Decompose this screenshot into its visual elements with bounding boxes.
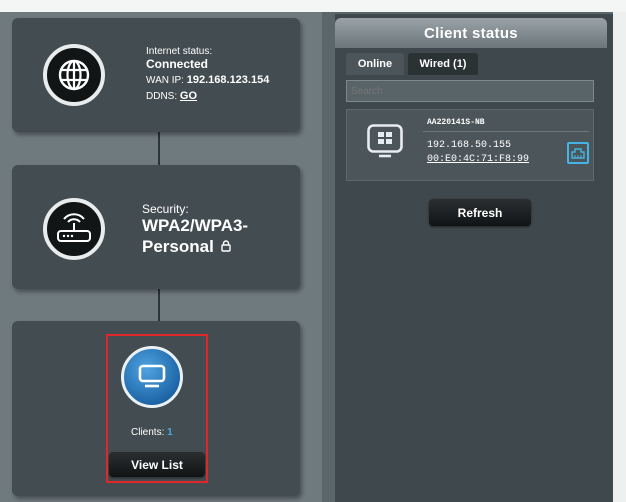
wan-ip-value: 192.168.123.154 bbox=[186, 74, 270, 86]
search-input[interactable] bbox=[346, 80, 594, 102]
refresh-button[interactable]: Refresh bbox=[429, 199, 531, 226]
client-divider bbox=[423, 131, 589, 132]
client-mac[interactable]: 00:E0:4C:71:F8:99 bbox=[427, 154, 529, 165]
security-mode-line2-text: Personal bbox=[142, 237, 214, 256]
right-edge bbox=[613, 12, 626, 502]
connector-line bbox=[158, 289, 160, 321]
tab-wired[interactable]: Wired (1) bbox=[408, 53, 478, 75]
internet-status-label: Internet status: bbox=[146, 46, 213, 57]
ddns-go-link[interactable]: GO bbox=[180, 90, 197, 102]
internet-status-card[interactable]: Internet status: Connected WAN IP: 192.1… bbox=[12, 18, 300, 132]
ethernet-icon bbox=[567, 142, 589, 164]
wan-ip-label: WAN IP: bbox=[146, 75, 184, 86]
globe-icon bbox=[43, 44, 105, 106]
lock-icon bbox=[220, 237, 231, 257]
wan-ip: WAN IP: 192.168.123.154 bbox=[146, 74, 269, 86]
ddns: DDNS: GO bbox=[146, 90, 197, 102]
client-status-title: Client status bbox=[335, 18, 607, 48]
internet-status-value: Connected bbox=[146, 57, 209, 71]
windows-pc-icon bbox=[367, 124, 403, 158]
client-ip: 192.168.50.155 bbox=[427, 140, 512, 151]
security-mode-line2: Personal bbox=[142, 237, 231, 257]
security-card[interactable]: Security: WPA2/WPA3- Personal bbox=[12, 165, 300, 289]
ddns-label: DDNS: bbox=[146, 91, 178, 102]
router-icon bbox=[43, 198, 105, 260]
security-mode-line1: WPA2/WPA3- bbox=[142, 216, 249, 235]
client-entry[interactable]: AA220141S-NB 192.168.50.155 00:E0:4C:71:… bbox=[346, 109, 594, 181]
highlight-box bbox=[106, 334, 208, 483]
top-band bbox=[0, 0, 626, 12]
security-label: Security: bbox=[142, 202, 189, 216]
client-name: AA220141S-NB bbox=[427, 118, 485, 127]
connector-line bbox=[158, 132, 160, 166]
tab-online[interactable]: Online bbox=[346, 53, 404, 75]
